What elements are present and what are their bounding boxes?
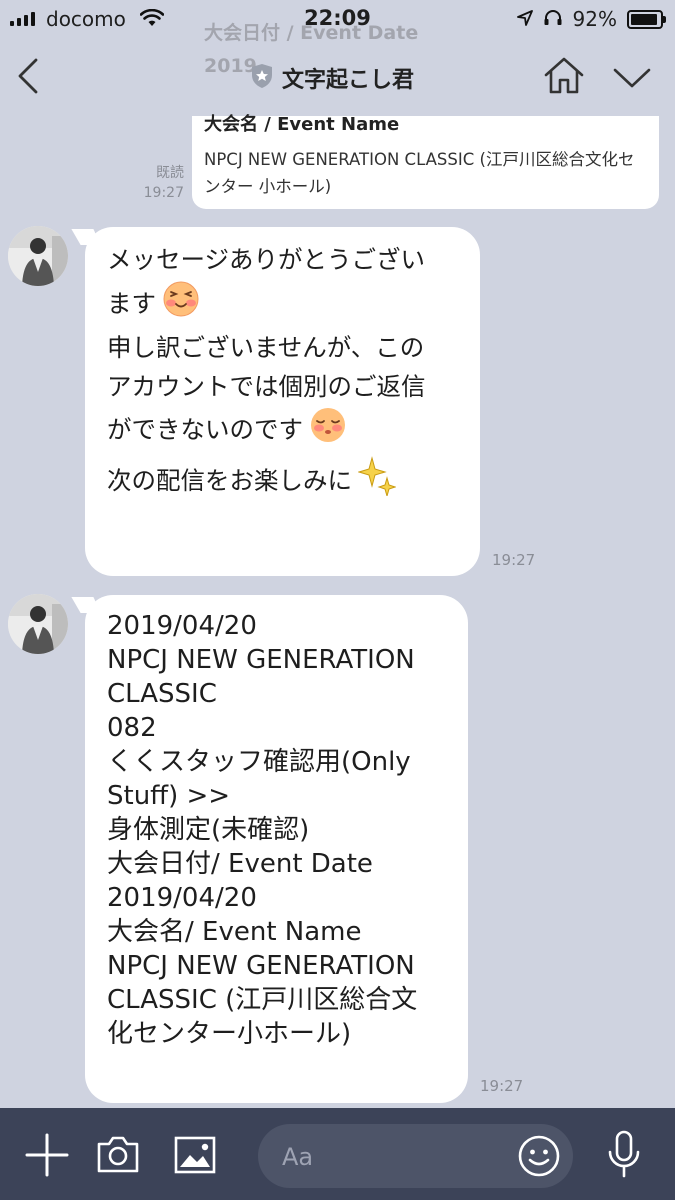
smiling-blush-icon [162,280,200,330]
avatar[interactable] [8,594,68,654]
message-text: 申し訳ございませんが、この アカウントでは個別のご返信 ができないのです [107,333,426,444]
message-box[interactable] [258,1124,573,1188]
shield-badge-icon [250,63,274,93]
image-icon[interactable] [174,1136,216,1178]
location-icon [516,7,533,31]
message-text: メッセージありがとうござい ます [107,245,426,318]
message-time: 19:27 [492,551,536,569]
headphones-icon [543,7,563,31]
status-bar: docomo 22:09 92% [0,0,675,38]
sparkles-icon [357,455,397,508]
chat-bubble[interactable]: 2019/04/20 NPCJ NEW GENERATION CLASSIC 0… [85,595,468,1103]
message-input-bar [0,1108,675,1200]
home-icon[interactable] [543,56,585,100]
battery-percent: 92% [572,7,617,31]
message-time: 19:27 [143,185,184,201]
relieved-blush-icon [309,406,347,456]
battery-icon [627,9,666,29]
plus-icon[interactable] [24,1132,70,1182]
chevron-down-icon[interactable] [612,66,652,94]
chat-bubble[interactable]: メッセージありがとうござい ます 申し訳ございませんが、この アカウントでは個別… [85,227,480,576]
camera-icon[interactable] [96,1134,140,1178]
back-chevron-icon[interactable] [14,56,44,96]
emoji-icon[interactable] [517,1134,561,1182]
avatar[interactable] [8,226,68,286]
message-text: 次の配信をお楽しみに [107,465,352,495]
chat-title[interactable]: 文字起こし君 [250,62,414,94]
chat-header: 文字起こし君 [0,38,675,118]
message-input[interactable] [280,1136,504,1178]
sent-message-card[interactable]: 大会名 / Event Name NPCJ NEW GENERATION CLA… [192,114,659,209]
read-receipt: 既読 [156,165,184,181]
message-text: 2019/04/20 NPCJ NEW GENERATION CLASSIC 0… [107,611,418,1049]
microphone-icon[interactable] [606,1130,642,1184]
message-time: 19:27 [480,1077,524,1095]
chat-title-text: 文字起こし君 [282,68,415,93]
message-meta: 既読 19:27 [136,163,184,203]
sent-message-body: NPCJ NEW GENERATION CLASSIC (江戸川区総合文化センタ… [204,150,635,196]
